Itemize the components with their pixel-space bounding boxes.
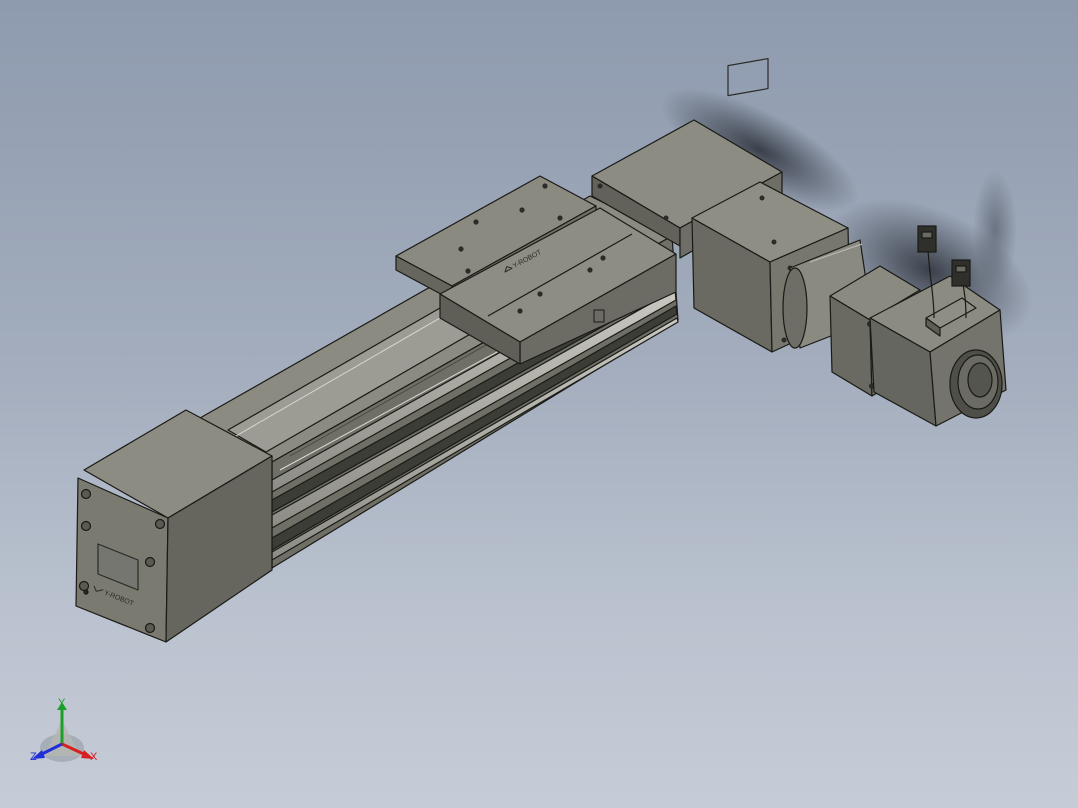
linear-actuator-model[interactable]: Y-ROBOT Y-ROBOT — [0, 0, 1078, 808]
triad-x-label: X — [90, 751, 98, 763]
coordinate-triad[interactable] — [20, 690, 120, 790]
triad-y-label: Y — [58, 697, 66, 709]
front-end-cap[interactable]: Y-ROBOT — [75, 409, 273, 643]
triad-z-label: Z — [30, 751, 37, 763]
graphics-viewport[interactable]: Y-ROBOT Y-ROBOT X Y Z — [0, 0, 1078, 808]
